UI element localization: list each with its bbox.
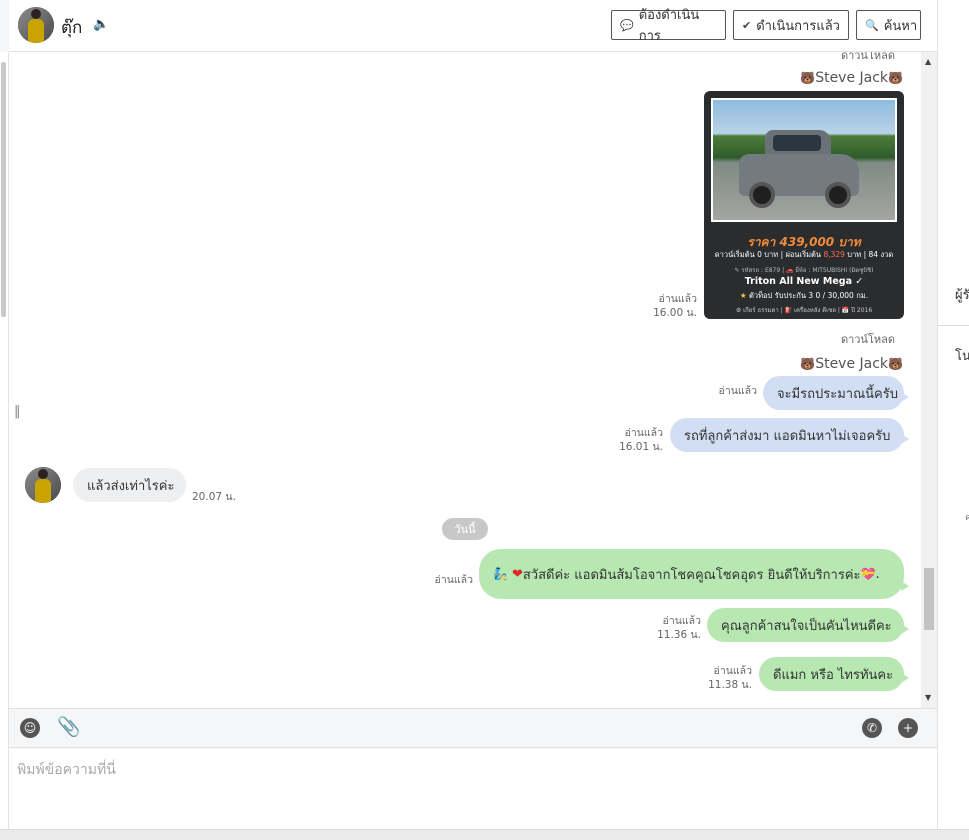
message-input[interactable] — [9, 749, 937, 829]
todo-button[interactable]: 💬 ต้องดำเนินการ — [611, 8, 726, 44]
right-panel-divider — [938, 325, 969, 326]
msg1-read-status: อ่านแล้ว — [718, 385, 757, 397]
drag-handle-icon[interactable]: ‖ — [14, 404, 21, 419]
download-link[interactable]: ดาวน์โหลด — [841, 330, 895, 348]
heart-emoji: ❤ — [511, 566, 523, 582]
speech-bubble-icon: 💬 — [620, 18, 634, 32]
image-read-status: อ่านแล้ว 16.00 น. — [653, 293, 697, 319]
check-bubble-icon: ✔ — [742, 18, 752, 32]
search-icon: 🔍 — [865, 18, 879, 32]
bear-icon: 🐻 — [888, 71, 903, 85]
left-scrollbar-thumb[interactable] — [1, 62, 6, 317]
chat-scrollbar[interactable]: ▲ ▼ — [921, 52, 937, 708]
done-button-label: ดำเนินการแล้ว — [756, 18, 840, 34]
sender-name: 🐻 Steve Jack 🐻 — [800, 70, 903, 86]
done-button[interactable]: ✔ ดำเนินการแล้ว — [733, 10, 849, 40]
right-panel-label: โน — [955, 349, 969, 364]
bear-icon: 🐻 — [800, 71, 816, 85]
car-model: Triton All New Mega ✓ — [744, 276, 864, 287]
msg2-read-status: อ่านแล้ว 16.01 น. — [619, 427, 663, 453]
right-panel-label: ค — [965, 513, 969, 523]
car-ad-image[interactable]: ราคา 439,000 บาท ดาวน์เริ่มต้น 0 บาท | ผ… — [704, 91, 904, 319]
incoming-time: 20.07 น. — [192, 491, 236, 503]
outgoing-message[interactable]: รถที่ลูกค้าส่งมา แอดมินหาไม่เจอครับ — [670, 418, 909, 452]
outgoing-message[interactable]: คุณลูกค้าสนใจเป็นคันไหนดีคะ — [707, 608, 909, 642]
todo-button-label: ต้องดำเนินการ — [638, 8, 700, 44]
car-finance: ดาวน์เริ่มต้น 0 บาท | ผ่อนเริ่มต้น 8,329… — [714, 250, 894, 259]
contact-name: ตุ๊ก — [61, 18, 83, 38]
outgoing-message[interactable]: ดีแมก หรือ ไทรทันคะ — [759, 657, 909, 691]
chat-scrollbar-thumb[interactable] — [924, 568, 934, 630]
search-button[interactable]: 🔍 ค้นหา — [856, 10, 921, 40]
sender-name: 🐻 Steve Jack 🐻 — [800, 356, 903, 372]
msg3-read-status: อ่านแล้ว — [434, 574, 473, 586]
paperclip-icon[interactable]: 📎 — [57, 715, 81, 738]
composer-toolbar: ☺ 📎 ✆ + — [9, 708, 937, 748]
gift-heart-emoji: 💝 — [860, 567, 876, 581]
scroll-down-icon[interactable]: ▼ — [925, 693, 931, 702]
outgoing-message[interactable]: จะมีรถประมาณนี้ครับ — [763, 376, 909, 410]
add-bubble-icon[interactable]: + — [898, 718, 918, 738]
emoji-icon[interactable]: ☺ — [20, 718, 40, 738]
chat-app: ตุ๊ก 🔈 💬 ต้องดำเนินการ ✔ ดำเนินการแล้ว 🔍… — [0, 0, 969, 840]
download-link-top[interactable]: ดาวน์โหลด — [841, 52, 895, 64]
phone-bubble-icon[interactable]: ✆ — [862, 718, 882, 738]
car-photo — [711, 98, 897, 222]
bear-icon: 🐻 — [800, 357, 816, 371]
left-scrollbar[interactable] — [0, 52, 9, 830]
contact-avatar[interactable] — [18, 7, 54, 43]
date-divider: วันนี้ — [442, 518, 488, 540]
incoming-message[interactable]: แล้วส่งเท่าไรค่ะ — [73, 468, 186, 502]
chat-messages[interactable]: ดาวน์โหลด 🐻 Steve Jack 🐻 อ่านแล้ว 16.00 … — [9, 52, 937, 708]
right-side-panel: ผู้รั โน ค — [937, 0, 969, 829]
right-panel-label: ผู้รั — [955, 288, 969, 303]
bottom-bar — [0, 829, 969, 840]
bear-icon: 🐻 — [888, 357, 903, 371]
outgoing-message[interactable]: 🧞 ❤ สวัสดีค่ะ แอดมินส้มโอจากโชคคูณโชคอุด… — [479, 549, 909, 599]
chat-header: ตุ๊ก 🔈 💬 ต้องดำเนินการ ✔ ดำเนินการแล้ว 🔍… — [9, 0, 937, 52]
scroll-up-icon[interactable]: ▲ — [925, 57, 931, 66]
msg4-read-status: อ่านแล้ว 11.36 น. — [657, 615, 701, 641]
car-warranty: ★ ตัวท็อป รับประกัน 3 0 / 30,000 กม. — [739, 291, 869, 300]
car-specs: ⚙ เกียร์ ธรรมดา | ⛽ เครื่องหลัง ดีเซล | … — [735, 307, 873, 314]
composer — [9, 749, 937, 829]
genie-emoji: 🧞 — [493, 567, 508, 581]
speaker-icon[interactable]: 🔈 — [93, 17, 109, 32]
msg5-read-status: อ่านแล้ว 11.38 น. — [708, 665, 752, 691]
contact-avatar-small[interactable] — [25, 467, 61, 503]
car-code: ✎ รหัสรถ : E879 | 🚗 ยี่ห้อ : MITSUBISHI … — [734, 267, 874, 274]
search-button-label: ค้นหา — [883, 18, 918, 34]
